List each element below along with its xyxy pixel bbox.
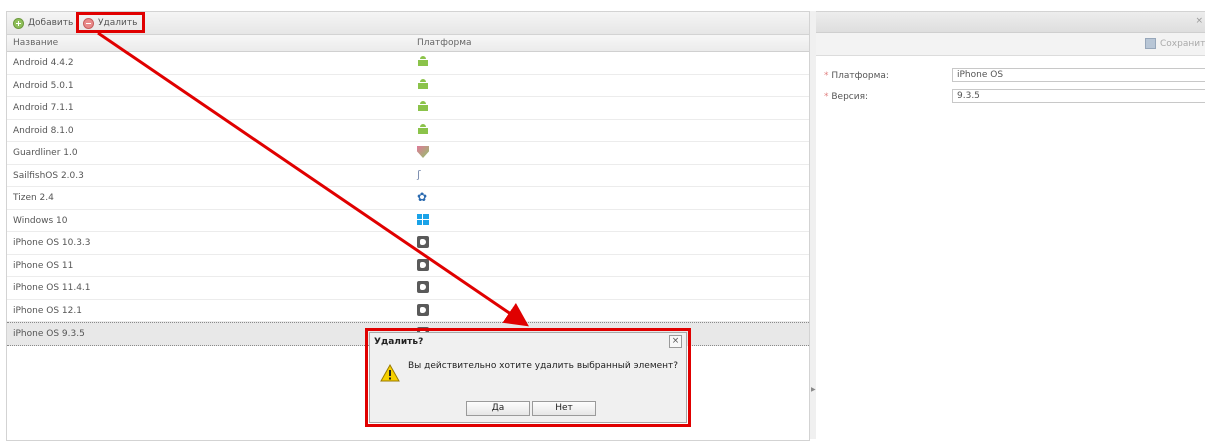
editor-toolbar: Сохранить	[816, 33, 1205, 56]
confirm-delete-dialog: Удалить? × Вы действительно хотите удали…	[369, 332, 687, 423]
tizen-icon: ✿	[417, 190, 428, 204]
editor-panel: × Сохранить * Платформа: * Версия:	[816, 11, 1205, 440]
add-button-label: Добавить	[28, 18, 74, 28]
row-name: iPhone OS 12.1	[13, 305, 82, 316]
row-name: Android 5.0.1	[13, 80, 74, 91]
android-icon	[417, 123, 429, 136]
row-name: Android 7.1.1	[13, 103, 74, 113]
add-button[interactable]: Добавить	[13, 15, 73, 31]
ios-icon	[417, 303, 429, 316]
dialog-message: Вы действительно хотите удалить выбранны…	[408, 361, 679, 371]
column-header-name[interactable]: Название	[13, 38, 58, 48]
platform-field[interactable]	[952, 68, 1205, 82]
table-row[interactable]: Tizen 2.4 ✿	[7, 187, 809, 210]
save-button-label: Сохранить	[1160, 38, 1205, 49]
add-icon	[13, 17, 24, 29]
row-name: iPhone OS 11	[13, 260, 74, 271]
table-row[interactable]: Android 5.0.1	[7, 75, 809, 97]
warning-icon	[380, 364, 400, 382]
editor-close-icon[interactable]: ×	[1195, 16, 1203, 26]
grid-header: Название Платформа	[7, 35, 809, 52]
table-row[interactable]: iPhone OS 10.3.3	[7, 232, 809, 255]
table-row[interactable]: SailfishOS 2.0.3 ʃ	[7, 165, 809, 187]
table-row[interactable]: iPhone OS 11	[7, 255, 809, 277]
row-name: Tizen 2.4	[13, 193, 54, 203]
row-name: Android 8.1.0	[13, 125, 74, 136]
platform-field-label: * Платформа:	[824, 71, 889, 81]
ios-icon	[417, 236, 429, 248]
row-name: SailfishOS 2.0.3	[13, 170, 84, 181]
row-name: Windows 10	[13, 215, 68, 226]
table-row[interactable]: Windows 10	[7, 210, 809, 232]
ios-icon	[417, 281, 429, 293]
guardliner-shield-icon	[417, 146, 429, 158]
sailfish-icon: ʃ	[417, 167, 421, 181]
android-icon	[417, 56, 429, 68]
ios-icon	[417, 258, 429, 271]
table-row[interactable]: iPhone OS 11.4.1	[7, 277, 809, 300]
table-row[interactable]: Android 8.1.0	[7, 120, 809, 142]
no-button[interactable]: Нет	[532, 401, 596, 416]
table-row[interactable]: Android 7.1.1	[7, 97, 809, 120]
version-field[interactable]	[952, 89, 1205, 103]
row-name: iPhone OS 10.3.3	[13, 238, 91, 248]
dialog-close-icon[interactable]: ×	[669, 335, 682, 348]
row-name: Android 4.4.2	[13, 58, 74, 68]
table-row[interactable]: Android 4.4.2	[7, 52, 809, 75]
delete-button-highlight	[76, 12, 145, 33]
editor-header: ×	[816, 12, 1205, 33]
android-icon	[417, 101, 429, 113]
version-field-label: * Версия:	[824, 92, 869, 102]
column-header-platform[interactable]: Платформа	[417, 38, 472, 48]
android-icon	[417, 78, 429, 91]
table-row[interactable]: iPhone OS 12.1	[7, 300, 809, 322]
row-name: iPhone OS 9.3.5	[13, 329, 85, 339]
collapse-arrow-icon[interactable]: ▶	[811, 386, 816, 393]
row-name: Guardliner 1.0	[13, 148, 78, 158]
save-button[interactable]: Сохранить	[1145, 38, 1205, 49]
row-name: iPhone OS 11.4.1	[13, 283, 91, 293]
grid-rows: Android 4.4.2 Android 5.0.1 Android 7.1.1 A…	[7, 52, 809, 346]
yes-button[interactable]: Да	[466, 401, 530, 416]
table-row[interactable]: Guardliner 1.0	[7, 142, 809, 165]
save-icon	[1145, 38, 1156, 49]
dialog-title: Удалить?	[374, 337, 424, 347]
windows-icon	[417, 213, 429, 226]
